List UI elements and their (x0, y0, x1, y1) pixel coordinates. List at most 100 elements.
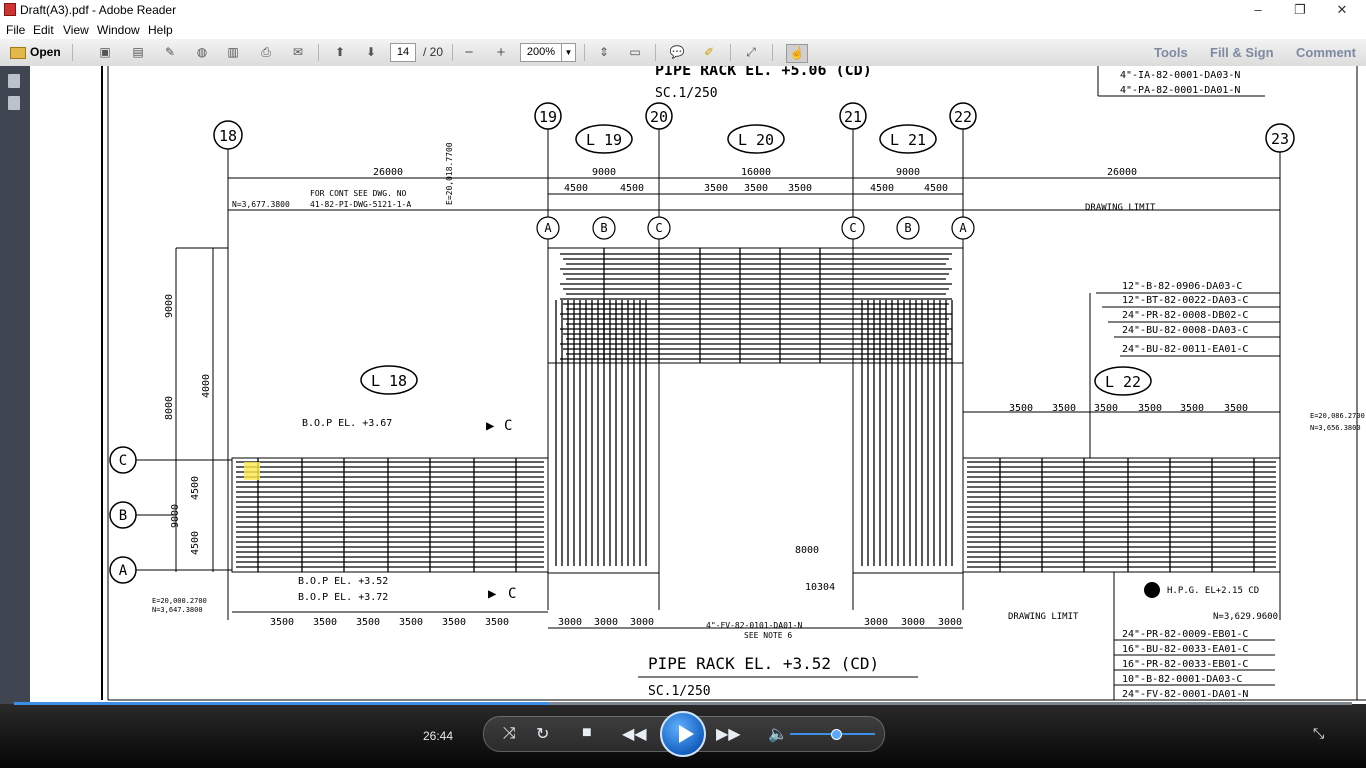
dim-bottom: 3500 (399, 617, 423, 628)
line-tag: 24"-FV-82-0001-DA01-N (1122, 689, 1248, 700)
dim-right: 3500 (1094, 403, 1118, 414)
dim-bottom: 3500 (270, 617, 294, 628)
dim-bottom: 3500 (356, 617, 380, 628)
dim-bottom: 3000 (938, 617, 962, 628)
drawing-limit-top: DRAWING LIMIT (1085, 203, 1156, 213)
page-thumbnails-icon[interactable] (8, 74, 20, 88)
section-marker: ▶ (488, 586, 497, 602)
dim-text: 9000 (592, 167, 616, 178)
shuffle-icon[interactable]: ⤨ (503, 725, 516, 743)
section-c-bottom: C (508, 586, 516, 602)
dim-bottom: 3500 (313, 617, 337, 628)
dim-bottom: 3000 (901, 617, 925, 628)
pipe-rack-drawing: PIPE RACK EL. +5.06 (CD) SC.1/250 4"-IA-… (101, 66, 1366, 701)
line-tag: 16"-BU-82-0033-EA01-C (1122, 644, 1248, 655)
dim-bottom: 3000 (630, 617, 654, 628)
previous-page-icon[interactable]: ⬆ (330, 44, 350, 61)
menu-help[interactable]: Help (148, 23, 173, 37)
dim-right: 3500 (1052, 403, 1076, 414)
dim-text: 4500 (924, 183, 948, 194)
fit-width-icon[interactable]: ⇕ (594, 44, 614, 61)
title-bar: Draft(A3).pdf - Adobe Reader – ❐ ✕ (0, 0, 1366, 20)
highlight-icon[interactable]: ✐ (699, 44, 719, 61)
dim-right: 3500 (1224, 403, 1248, 414)
dim-text: 4500 (870, 183, 894, 194)
grid-label-19: 19 (539, 108, 557, 126)
volume-icon[interactable]: 🔈 (768, 724, 788, 744)
line-tag: 24"-PR-82-0009-EB01-C (1122, 629, 1248, 640)
bop-372: B.O.P EL. +3.72 (298, 592, 388, 603)
restore-button[interactable]: ❐ (1280, 0, 1320, 20)
stop-icon[interactable]: ■ (582, 724, 592, 742)
create-pdf-icon[interactable]: ▣ (95, 44, 115, 61)
comment-link[interactable]: Comment (1296, 45, 1356, 60)
coord-right-n2: N=3,629.9600 (1213, 612, 1278, 622)
select-tool-icon[interactable]: ☝ (786, 44, 808, 63)
menu-view[interactable]: View (63, 23, 89, 37)
zoom-dropdown-icon[interactable]: ▼ (561, 43, 576, 62)
grid-letter: B (600, 221, 607, 235)
dim-10304: 10304 (805, 582, 835, 593)
section-c-top: C (504, 418, 512, 434)
attachments-icon[interactable] (8, 96, 20, 110)
fast-forward-icon[interactable]: ▶▶ (716, 724, 741, 744)
menu-file[interactable]: File (6, 23, 25, 37)
bop-352: B.O.P EL. +3.52 (298, 576, 388, 587)
line-tag: 4"-IA-82-0001-DA03-N (1120, 70, 1240, 81)
read-mode-icon[interactable]: ⤢ (741, 44, 761, 61)
dim-text: 3500 (704, 183, 728, 194)
switch-to-library-icon[interactable]: ⤡ (1313, 725, 1324, 742)
level-l20: L 20 (738, 131, 774, 149)
dim-left: 8000 (164, 396, 175, 420)
grid-letter: B (904, 221, 911, 235)
grid-letter: C (655, 221, 662, 235)
share-icon[interactable]: ◍ (192, 44, 212, 61)
playback-time: 26:44 (423, 729, 454, 743)
repeat-icon[interactable]: ↻ (536, 724, 549, 744)
menu-edit[interactable]: Edit (33, 23, 54, 37)
zoom-out-icon[interactable]: − (459, 44, 479, 61)
dim-left: 4000 (201, 374, 212, 398)
zoom-level-input[interactable]: 200% (520, 43, 562, 62)
close-button[interactable]: ✕ (1322, 0, 1362, 20)
top-rack-scale: SC.1/250 (655, 86, 718, 101)
tools-link[interactable]: Tools (1154, 45, 1188, 60)
dim-right: 3500 (1138, 403, 1162, 414)
play-button[interactable] (660, 711, 706, 757)
minimize-button[interactable]: – (1238, 0, 1278, 20)
document-view[interactable]: PIPE RACK EL. +5.06 (CD) SC.1/250 4"-IA-… (30, 66, 1366, 768)
dim-left: 9000 (164, 294, 175, 318)
window-title: Draft(A3).pdf - Adobe Reader (20, 3, 177, 17)
line-tag: 16"-PR-82-0033-EB01-C (1122, 659, 1248, 670)
dim-left: 4500 (190, 531, 201, 555)
coord-bottom-e: E=20,000.2700 (152, 597, 207, 605)
fit-page-icon[interactable]: ▭ (625, 44, 645, 61)
row-label-c: C (119, 453, 127, 469)
top-right-line-list: 4"-IA-82-0001-DA03-N 4"-PA-82-0001-DA01-… (1097, 66, 1265, 97)
grid-label-18: 18 (219, 127, 237, 145)
rewind-icon[interactable]: ◀◀ (622, 724, 647, 744)
dim-bottom: 3500 (485, 617, 509, 628)
combine-icon[interactable]: ▤ (128, 44, 148, 61)
email-icon[interactable]: ✉ (288, 44, 308, 61)
coord-top-e: E=20,018.7700 (445, 142, 454, 205)
zoom-in-icon[interactable]: + (491, 44, 511, 61)
menu-window[interactable]: Window (97, 23, 140, 37)
dim-left: 9000 (170, 504, 181, 528)
volume-knob[interactable] (831, 729, 842, 740)
dim-8000: 8000 (795, 545, 819, 556)
open-button[interactable]: Open (10, 44, 62, 61)
print-icon[interactable]: ⎙ (256, 44, 276, 61)
next-page-icon[interactable]: ⬇ (361, 44, 381, 61)
edit-icon[interactable]: ✎ (160, 44, 180, 61)
line-tag: 4"-PA-82-0001-DA01-N (1120, 85, 1240, 96)
hpg-marker (1144, 582, 1160, 598)
comment-icon[interactable]: 💬 (667, 44, 687, 61)
save-icon[interactable]: ▥ (223, 44, 243, 61)
dim-text: 3500 (744, 183, 768, 194)
bop-367: B.O.P EL. +3.67 (302, 418, 392, 429)
page-number-input[interactable]: 14 (390, 43, 416, 62)
grid-letter: C (849, 221, 856, 235)
fill-sign-link[interactable]: Fill & Sign (1210, 45, 1274, 60)
grid-label-21: 21 (844, 108, 862, 126)
